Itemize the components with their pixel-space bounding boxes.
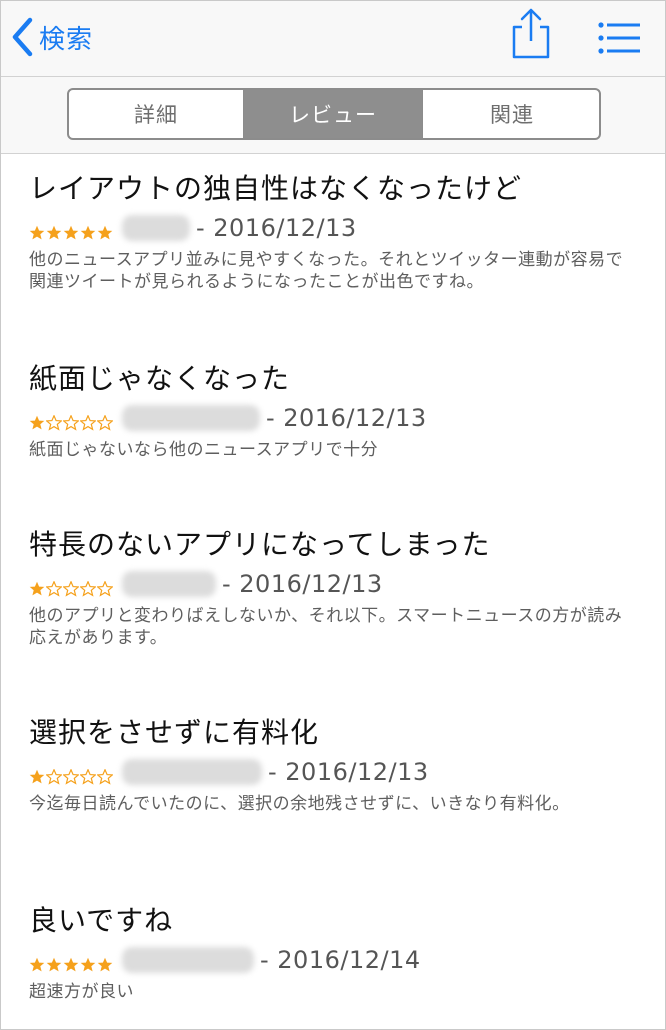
share-button[interactable] [509, 7, 553, 61]
review-date: - 2016/12/13 [266, 404, 427, 432]
star-filled-icon [63, 225, 79, 240]
author-name-blurred [122, 215, 190, 241]
review-title: 選択をさせずに有料化 [29, 716, 320, 749]
review-date: - 2016/12/13 [222, 570, 383, 598]
review-body: 他のニュースアプリ並みに見やすくなった。それとツイッター連動が容易で関連ツイート… [29, 250, 624, 292]
list-icon [598, 22, 640, 54]
star-filled-icon [29, 225, 45, 240]
segmented-control: 詳細 レビュー 関連 [67, 88, 601, 140]
star-empty-icon [46, 769, 62, 785]
author-name-blurred [122, 759, 262, 785]
star-filled-icon [97, 225, 113, 240]
review-title: 紙面じゃなくなった [29, 362, 291, 395]
star-empty-icon [97, 769, 113, 785]
list-menu-button[interactable] [597, 21, 643, 55]
review-body: 超速方が良い [29, 982, 134, 1002]
star-empty-icon [80, 769, 96, 785]
star-empty-icon [46, 581, 62, 597]
star-empty-icon [80, 415, 96, 431]
star-filled-icon [29, 581, 45, 596]
share-icon [512, 8, 550, 59]
star-filled-icon [46, 225, 62, 240]
review-meta: - 2016/12/13 [29, 211, 357, 245]
star-filled-icon [46, 957, 62, 972]
star-empty-icon [63, 415, 79, 431]
review-date: - 2016/12/14 [260, 946, 421, 974]
app-frame: 検索 詳細 レビュー 関連 レイアウトの独自性はなくなったけど - 2016/1… [0, 0, 666, 1030]
review-title: 特長のないアプリになってしまった [29, 528, 491, 561]
review-body: 紙面じゃないなら他のニュースアプリで十分 [29, 440, 379, 460]
review-meta: - 2016/12/13 [29, 401, 427, 435]
star-rating [29, 769, 114, 785]
chevron-left-icon [12, 17, 33, 57]
star-rating [29, 581, 114, 597]
review-meta: - 2016/12/13 [29, 755, 429, 789]
author-name-blurred [122, 405, 260, 431]
star-filled-icon [63, 957, 79, 972]
review-body: 今迄毎日読んでいたのに、選択の余地残させずに、いきなり有料化。 [29, 794, 570, 814]
review-date: - 2016/12/13 [268, 758, 429, 786]
review-title: レイアウトの独自性はなくなったけど [29, 172, 523, 205]
star-filled-icon [29, 415, 45, 430]
star-empty-icon [97, 415, 113, 431]
segment-bar: 詳細 レビュー 関連 [1, 77, 665, 154]
star-filled-icon [80, 225, 96, 240]
review-meta: - 2016/12/14 [29, 943, 421, 977]
author-name-blurred [122, 571, 216, 597]
review-title: 良いですね [29, 904, 174, 937]
tab-reviews[interactable]: レビュー [244, 90, 422, 138]
review-date: - 2016/12/13 [196, 214, 357, 242]
navigation-bar: 検索 [1, 1, 665, 77]
star-empty-icon [97, 581, 113, 597]
back-button[interactable]: 検索 [11, 15, 93, 59]
star-empty-icon [80, 581, 96, 597]
star-rating [29, 415, 114, 431]
tab-details[interactable]: 詳細 [69, 90, 244, 138]
star-rating [29, 957, 114, 973]
star-rating [29, 225, 114, 241]
star-filled-icon [29, 769, 45, 784]
star-empty-icon [63, 581, 79, 597]
star-empty-icon [46, 415, 62, 431]
star-filled-icon [29, 957, 45, 972]
review-body: 他のアプリと変わりばえしないか、それ以下。スマートニュースの方が読み応えがありま… [29, 606, 623, 648]
tab-related[interactable]: 関連 [422, 90, 599, 138]
star-filled-icon [80, 957, 96, 972]
star-filled-icon [97, 957, 113, 972]
back-label: 検索 [39, 24, 94, 55]
author-name-blurred [122, 947, 254, 973]
star-empty-icon [63, 769, 79, 785]
review-meta: - 2016/12/13 [29, 567, 383, 601]
